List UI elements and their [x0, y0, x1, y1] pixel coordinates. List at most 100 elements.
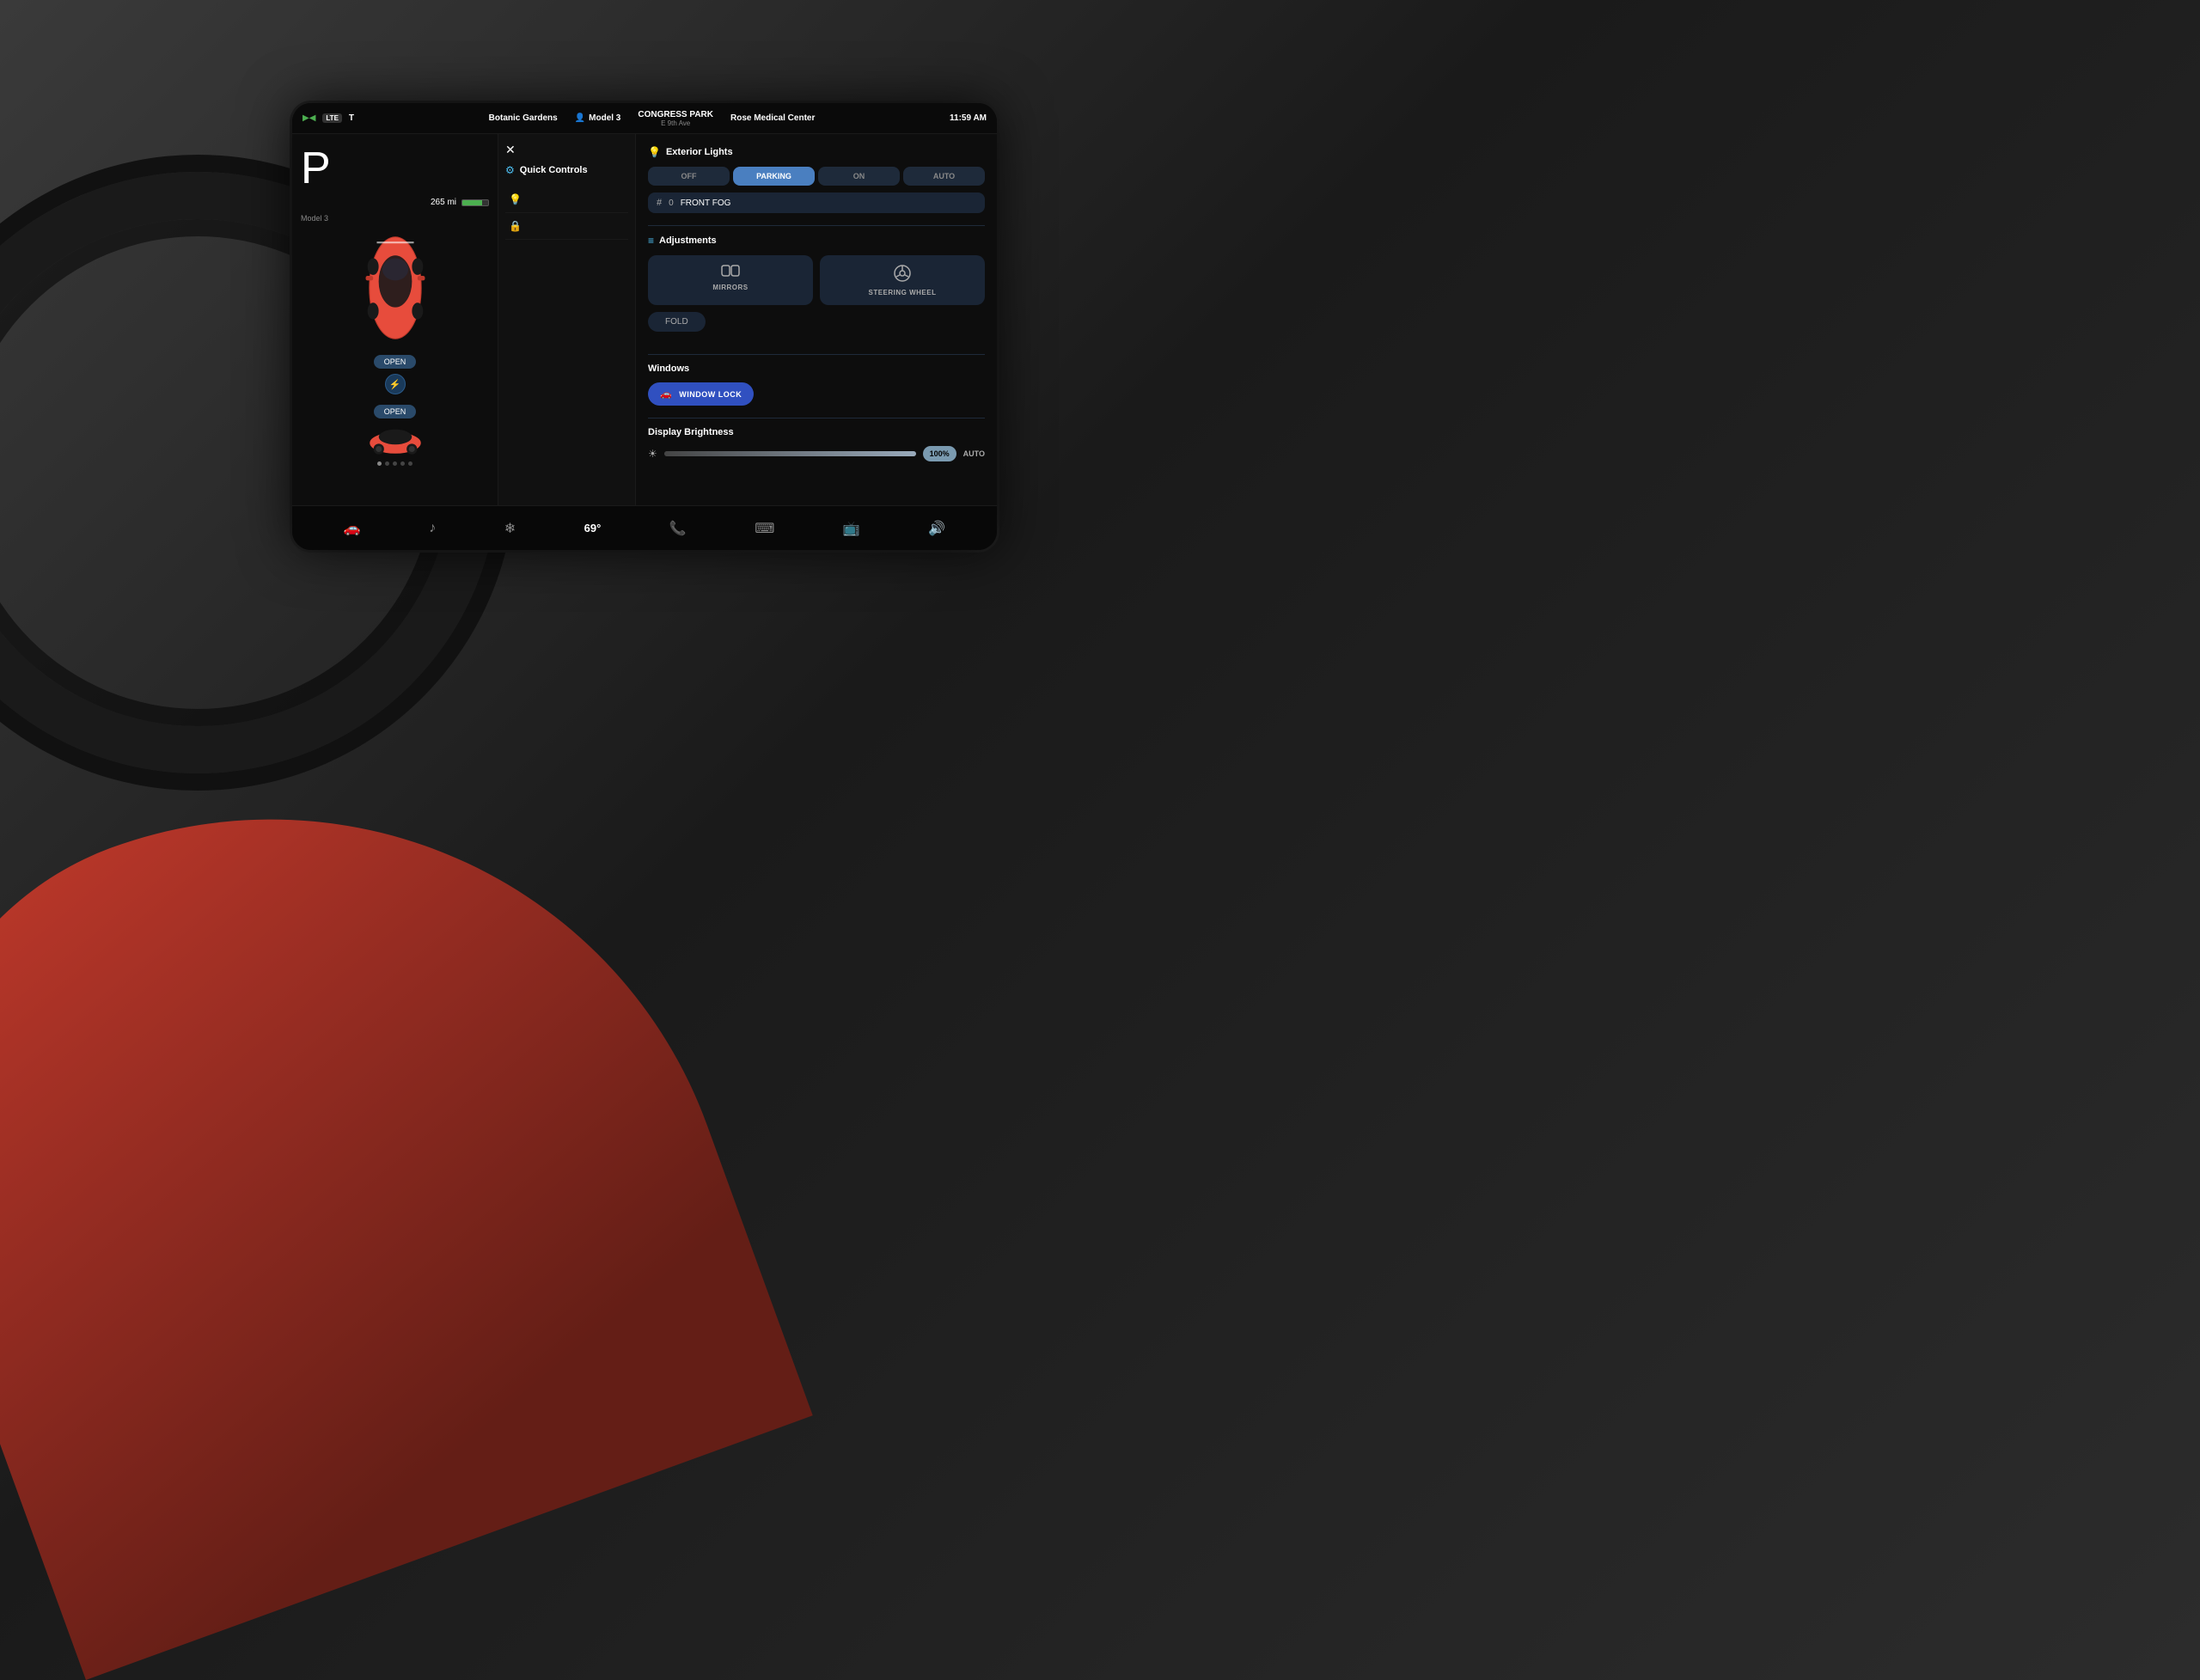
taskbar-volume[interactable]: 🔊 [928, 520, 945, 537]
battery-fill [462, 200, 482, 205]
brightness-bar[interactable] [664, 451, 916, 456]
window-lock-label: WINDOW LOCK [679, 390, 742, 399]
lights-auto-btn[interactable]: AUTO [903, 167, 985, 186]
brightness-section: Display Brightness [648, 427, 985, 437]
steering-wheel-btn[interactable]: STEERING WHEEL [820, 255, 985, 305]
window-lock-button[interactable]: 🚗 WINDOW LOCK [648, 382, 754, 406]
dot-5 [408, 461, 412, 466]
dot-3 [393, 461, 397, 466]
range-text: 265 mi [431, 198, 456, 207]
lte-badge: LTE [322, 113, 342, 123]
screen-main: P 265 mi Model 3 [292, 134, 997, 505]
exterior-lights-label: Exterior Lights [666, 147, 733, 157]
divider-1 [648, 225, 985, 226]
car-model-display: 👤 Model 3 [575, 113, 621, 123]
mirrors-btn[interactable]: MIRRORS [648, 255, 813, 305]
taskbar-car-icon: 🚗 [344, 520, 361, 537]
wifi-icon: ▶◀ [302, 113, 315, 123]
lights-btn-group: OFF PARKING ON AUTO [648, 167, 985, 186]
screen-content: ▶◀ LTE T Botanic Gardens 👤 Model 3 CONGR… [292, 103, 997, 550]
brightness-label: Display Brightness [648, 427, 734, 437]
car-top-view [352, 228, 438, 348]
steering-wheel-icon [893, 264, 912, 285]
quick-controls-label: Quick Controls [520, 165, 588, 175]
dot-1 [377, 461, 382, 466]
taskbar-climate[interactable]: ❄ [504, 520, 516, 537]
middle-panel: ✕ ⚙ Quick Controls 💡 🔒 [498, 134, 636, 505]
car-label: Model 3 [301, 214, 489, 223]
dot-2 [385, 461, 389, 466]
taskbar-volume-icon: 🔊 [928, 520, 945, 537]
taskbar-display-icon: 📺 [843, 520, 860, 537]
taskbar-nav[interactable]: ⌨ [755, 520, 774, 537]
nav-location-1: Botanic Gardens [489, 113, 558, 123]
tesla-screen: ▶◀ LTE T Botanic Gardens 👤 Model 3 CONGR… [292, 103, 997, 550]
taskbar-temp[interactable]: 69° [584, 522, 602, 535]
brightness-value: 100% [923, 446, 956, 461]
taskbar-phone[interactable]: 📞 [669, 520, 687, 537]
taskbar-display[interactable]: 📺 [843, 520, 860, 537]
car-svg-top [352, 228, 438, 348]
lights-section-icon: 💡 [648, 146, 661, 158]
taskbar: 🚗 ♪ ❄ 69° 📞 ⌨ 📺 🔊 [292, 505, 997, 550]
mirror-svg [720, 264, 741, 278]
brightness-row: ☀ 100% AUTO [648, 446, 985, 461]
front-fog-row[interactable]: # 0 FRONT FOG [648, 192, 985, 213]
steering-svg [893, 264, 912, 283]
open-btn-front[interactable]: OPEN [374, 355, 417, 369]
park-indicator: P [301, 143, 489, 194]
charge-button[interactable]: ⚡ [385, 374, 406, 394]
open-btn-rear[interactable]: OPEN [374, 405, 417, 418]
nearby-location: Rose Medical Center [730, 113, 815, 123]
taskbar-phone-icon: 📞 [669, 520, 687, 537]
car-side-view [365, 422, 425, 456]
taskbar-music-icon: ♪ [429, 521, 436, 536]
taskbar-car[interactable]: 🚗 [344, 520, 361, 537]
taskbar-nav-icon: ⌨ [755, 520, 774, 537]
person-icon: 👤 [575, 113, 585, 123]
lights-off-btn[interactable]: OFF [648, 167, 730, 186]
fold-button[interactable]: FOLD [648, 312, 706, 332]
adjustments-btn-group: MIRRORS STEERING WHEEL [648, 255, 985, 305]
brightness-auto-label[interactable]: AUTO [963, 449, 985, 458]
left-panel: P 265 mi Model 3 [292, 134, 498, 505]
qc-item-lock[interactable]: 🔒 [505, 213, 628, 240]
divider-2 [648, 354, 985, 355]
qc-item-lights[interactable]: 💡 [505, 186, 628, 213]
battery-bar [461, 199, 489, 206]
nav-location-2: CONGRESS PARK E 9th Ave [638, 110, 713, 127]
adjustments-icon: ≡ [648, 235, 654, 247]
sun-icon: ☀ [648, 448, 657, 460]
fog-number-icon: # [657, 198, 662, 208]
taskbar-climate-icon: ❄ [504, 520, 516, 537]
lights-parking-btn[interactable]: PARKING [733, 167, 815, 186]
mirrors-icon [720, 264, 741, 280]
range-row: 265 mi [301, 198, 489, 207]
mirrors-label: MIRRORS [712, 284, 748, 291]
status-bar: ▶◀ LTE T Botanic Gardens 👤 Model 3 CONGR… [292, 103, 997, 134]
windows-section: Windows [648, 363, 985, 374]
quick-controls-title: ⚙ Quick Controls [505, 164, 628, 176]
status-bar-center: Botanic Gardens 👤 Model 3 CONGRESS PARK … [354, 110, 950, 127]
quick-controls-icon: ⚙ [505, 164, 515, 176]
exterior-lights-section: 💡 Exterior Lights [648, 146, 985, 158]
windows-label: Windows [648, 363, 689, 374]
adjustments-label: Adjustments [659, 235, 717, 246]
right-panel: 💡 Exterior Lights OFF PARKING ON AUTO # … [636, 134, 997, 505]
steering-wheel-label: STEERING WHEEL [868, 289, 936, 296]
brightness-fill [664, 451, 916, 456]
taskbar-music[interactable]: ♪ [429, 521, 436, 536]
pagination-dots [301, 461, 489, 466]
front-fog-label: FRONT FOG [681, 199, 731, 208]
window-lock-icon: 🚗 [660, 388, 672, 400]
status-bar-left: ▶◀ LTE T [302, 113, 354, 123]
car-svg-side [365, 422, 425, 455]
adjustments-section: ≡ Adjustments [648, 235, 985, 247]
lock-icon: 🔒 [509, 220, 522, 232]
close-button[interactable]: ✕ [505, 143, 628, 157]
dot-4 [400, 461, 405, 466]
fog-num: 0 [669, 199, 674, 208]
lights-icon: 💡 [509, 193, 522, 205]
taskbar-temp-display: 69° [584, 522, 602, 535]
lights-on-btn[interactable]: ON [818, 167, 900, 186]
